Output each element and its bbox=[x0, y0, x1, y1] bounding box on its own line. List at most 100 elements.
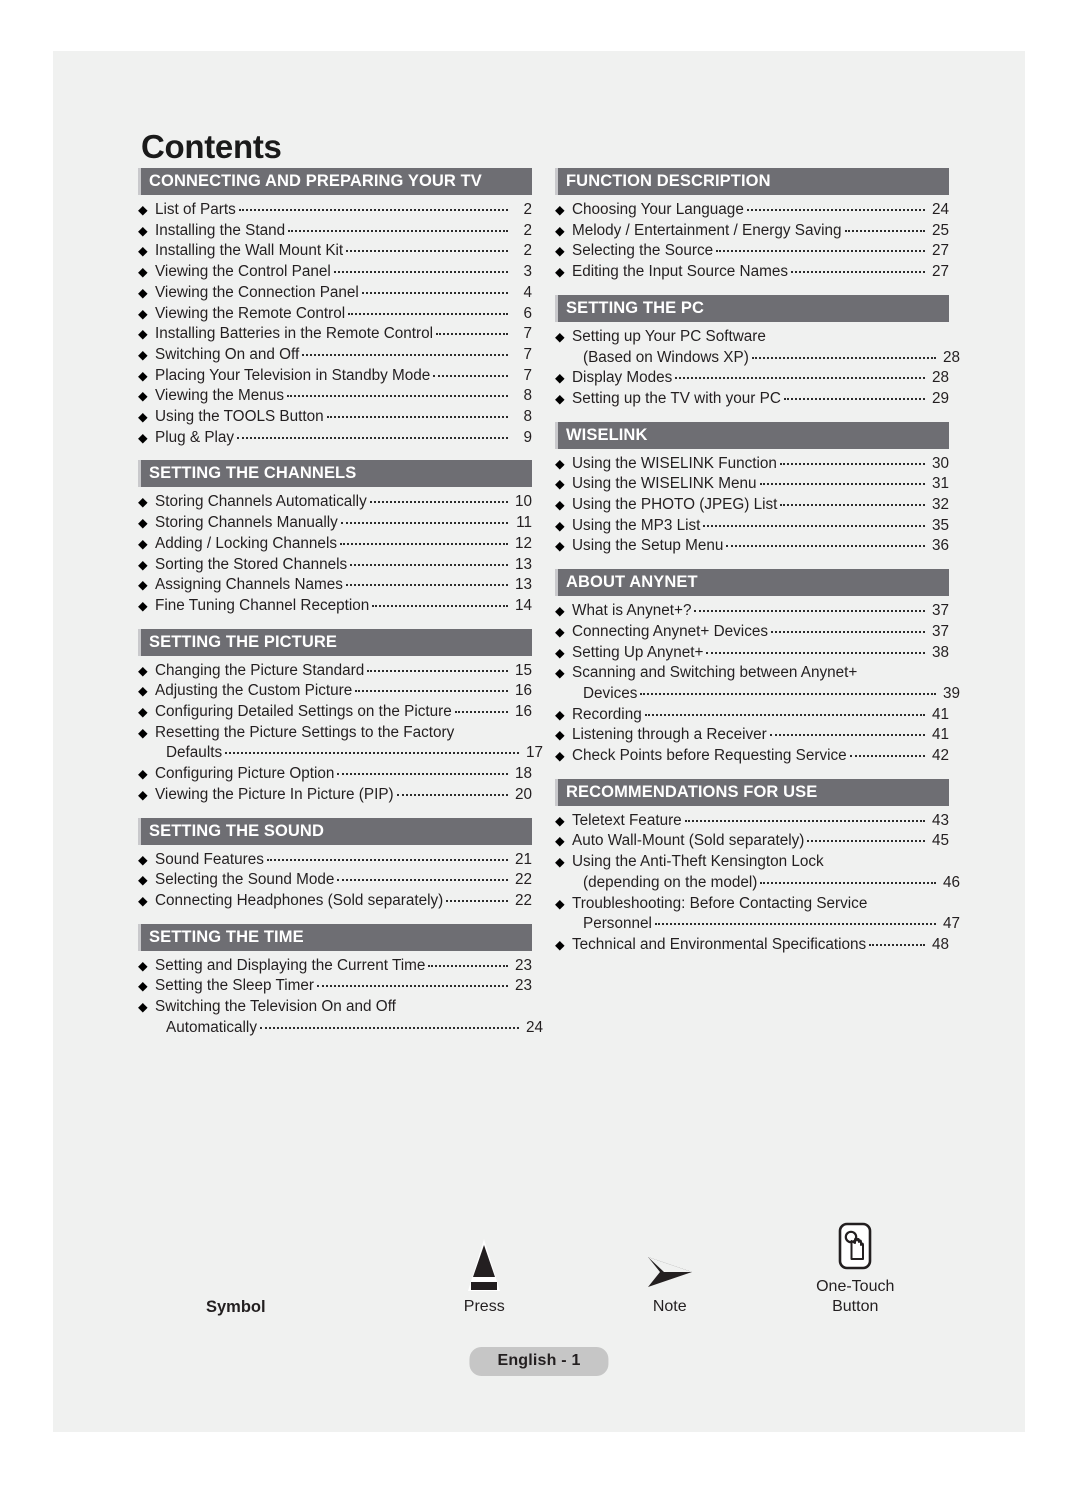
toc-entry[interactable]: ◆ Selecting the Source 27 bbox=[555, 241, 949, 262]
toc-entry[interactable]: ◆ Setting Up Anynet+ 38 bbox=[555, 643, 949, 664]
toc-entry-title: Using the WISELINK Function bbox=[572, 454, 777, 472]
toc-entry[interactable]: ◆ Viewing the Remote Control 6 bbox=[138, 304, 532, 325]
toc-entry[interactable]: ◆ Plug & Play 9 bbox=[138, 428, 532, 449]
toc-entry[interactable]: ◆ Using the PHOTO (JPEG) List 32 bbox=[555, 495, 949, 516]
toc-entry[interactable]: ◆ Viewing the Menus 8 bbox=[138, 386, 532, 407]
toc-entry[interactable]: ◆ Setting up Your PC Software (Based on Wi… bbox=[555, 327, 960, 368]
toc-entry[interactable]: ◆ Assigning Channels Names 13 bbox=[138, 575, 532, 596]
diamond-bullet-icon: ◆ bbox=[138, 410, 148, 425]
toc-entry[interactable]: ◆ Choosing Your Language 24 bbox=[555, 200, 949, 221]
toc-entry[interactable]: ◆ Changing the Picture Standard 15 bbox=[138, 661, 532, 682]
toc-entry[interactable]: ◆ Installing Batteries in the Remote Cont… bbox=[138, 324, 532, 345]
toc-entry[interactable]: ◆ Viewing the Picture In Picture (PIP) 20 bbox=[138, 785, 532, 806]
toc-entry-page-number: 11 bbox=[516, 514, 532, 532]
toc-entry[interactable]: ◆ Using the Setup Menu 36 bbox=[555, 536, 949, 557]
toc-entry[interactable]: ◆ Teletext Feature 43 bbox=[555, 811, 949, 832]
toc-entry[interactable]: ◆ Using the WISELINK Function 30 bbox=[555, 454, 949, 475]
dot-leader bbox=[771, 630, 925, 633]
legend-title-cell: Symbol bbox=[138, 1231, 392, 1317]
toc-entry[interactable]: ◆ Placing Your Television in Standby Mode… bbox=[138, 366, 532, 387]
dot-leader bbox=[769, 734, 925, 737]
toc-entry-page-number: 2 bbox=[523, 221, 532, 239]
diamond-bullet-icon: ◆ bbox=[555, 265, 565, 280]
toc-entry[interactable]: ◆ Switching the Television On and Off Auto… bbox=[138, 997, 543, 1038]
toc-entry[interactable]: ◆ Editing the Input Source Names 27 bbox=[555, 262, 949, 283]
toc-entry[interactable]: ◆ Storing Channels Manually 11 bbox=[138, 513, 532, 534]
toc-entry[interactable]: ◆ Adjusting the Custom Picture 16 bbox=[138, 681, 532, 702]
dot-leader bbox=[703, 524, 925, 527]
dot-leader bbox=[225, 752, 519, 755]
toc-entry-page-number: 37 bbox=[931, 602, 949, 620]
diamond-bullet-icon: ◆ bbox=[138, 852, 148, 867]
toc-entry-line: Setting the Sleep Timer 23 bbox=[155, 976, 532, 997]
toc-entry-page-number: 24 bbox=[931, 201, 949, 218]
toc-entry-title: Display Modes bbox=[572, 369, 673, 387]
left-column: CONNECTING AND PREPARING YOUR TV ◆ List of… bbox=[138, 168, 543, 1041]
dot-leader bbox=[369, 501, 508, 504]
toc-section: CONNECTING AND PREPARING YOUR TV ◆ List of… bbox=[138, 168, 532, 448]
diamond-bullet-icon: ◆ bbox=[138, 536, 148, 551]
toc-entry[interactable]: ◆ Switching On and Off 7 bbox=[138, 345, 532, 366]
toc-entry[interactable]: ◆ Configuring Detailed Settings on the Pi… bbox=[138, 702, 532, 723]
diamond-bullet-icon: ◆ bbox=[555, 604, 565, 619]
toc-entry[interactable]: ◆ Setting and Displaying the Current Time… bbox=[138, 956, 532, 977]
toc-entry[interactable]: ◆ Resetting the Picture Settings to the F… bbox=[138, 723, 543, 764]
toc-entry[interactable]: ◆ Connecting Anynet+ Devices 37 bbox=[555, 622, 949, 643]
toc-entry[interactable]: ◆ Check Points before Requesting Service 4… bbox=[555, 746, 949, 767]
toc-entry[interactable]: ◆ Using the TOOLS Button 8 bbox=[138, 407, 532, 428]
diamond-bullet-icon: ◆ bbox=[555, 728, 565, 743]
section-header-bar: SETTING THE CHANNELS bbox=[138, 460, 532, 488]
toc-section: FUNCTION DESCRIPTION ◆ Choosing Your Langu… bbox=[555, 168, 949, 283]
toc-entry[interactable]: ◆ Setting up the TV with your PC 29 bbox=[555, 389, 949, 410]
toc-entry[interactable]: ◆ Using the WISELINK Menu 31 bbox=[555, 474, 949, 495]
toc-entry-title: Fine Tuning Channel Reception bbox=[155, 596, 370, 614]
toc-entry[interactable]: ◆ Viewing the Connection Panel 4 bbox=[138, 283, 532, 304]
toc-entry[interactable]: ◆ Using the MP3 List 35 bbox=[555, 516, 949, 537]
toc-entry-title: Configuring Detailed Settings on the Pic… bbox=[155, 703, 452, 721]
toc-entry-title: Troubleshooting: Before Contacting Servi… bbox=[572, 894, 868, 912]
toc-entry[interactable]: ◆ Adding / Locking Channels 12 bbox=[138, 534, 532, 555]
toc-entry[interactable]: ◆ Listening through a Receiver 41 bbox=[555, 725, 949, 746]
toc-entry[interactable]: ◆ Connecting Headphones (Sold separately)… bbox=[138, 891, 532, 912]
toc-entry[interactable]: ◆ Recording 41 bbox=[555, 705, 949, 726]
toc-entry[interactable]: ◆ Sorting the Stored Channels 13 bbox=[138, 555, 532, 576]
toc-entry[interactable]: ◆ Troubleshooting: Before Contacting Serv… bbox=[555, 894, 960, 935]
toc-entry[interactable]: ◆ Melody / Entertainment / Energy Saving 2… bbox=[555, 221, 949, 242]
toc-entry-title: Using the PHOTO (JPEG) List bbox=[572, 496, 778, 514]
legend-title: Symbol bbox=[206, 1298, 266, 1316]
toc-entry[interactable]: ◆ Configuring Picture Option 18 bbox=[138, 764, 532, 785]
toc-entry[interactable]: ◆ Storing Channels Automatically 10 bbox=[138, 492, 532, 513]
toc-entry[interactable]: ◆ Using the Anti-Theft Kensington Lock (de… bbox=[555, 852, 960, 893]
toc-entry[interactable]: ◆ Display Modes 28 bbox=[555, 368, 949, 389]
toc-entry[interactable]: ◆ List of Parts 2 bbox=[138, 200, 532, 221]
toc-entry[interactable]: ◆ Technical and Environmental Specificati… bbox=[555, 935, 949, 956]
dot-leader bbox=[684, 819, 925, 822]
toc-entry[interactable]: ◆ Scanning and Switching between Anynet+ D… bbox=[555, 663, 960, 704]
toc-entry[interactable]: ◆ Sound Features 21 bbox=[138, 850, 532, 871]
toc-entry-page-number: 2 bbox=[523, 201, 532, 218]
toc-entry-page-number: 35 bbox=[931, 516, 949, 534]
toc-entry[interactable]: ◆ Viewing the Control Panel 3 bbox=[138, 262, 532, 283]
toc-entry[interactable]: ◆ What is Anynet+? 37 bbox=[555, 601, 949, 622]
diamond-bullet-icon: ◆ bbox=[138, 368, 148, 383]
diamond-bullet-icon: ◆ bbox=[555, 539, 565, 554]
toc-entry-title: Adding / Locking Channels bbox=[155, 534, 337, 552]
toc-entry-title: Setting up the TV with your PC bbox=[572, 389, 781, 407]
toc-entry[interactable]: ◆ Installing the Stand 2 bbox=[138, 221, 532, 242]
toc-entry-line: Setting up Your PC Software bbox=[572, 327, 949, 348]
toc-entry-title: Resetting the Picture Settings to the Fa… bbox=[155, 723, 455, 741]
toc-entry[interactable]: ◆ Fine Tuning Channel Reception 14 bbox=[138, 596, 532, 617]
toc-entry[interactable]: ◆ Installing the Wall Mount Kit 2 bbox=[138, 241, 532, 262]
toc-entry[interactable]: ◆ Auto Wall-Mount (Sold separately) 45 bbox=[555, 831, 949, 852]
toc-entry[interactable]: ◆ Setting the Sleep Timer 23 bbox=[138, 976, 532, 997]
diamond-bullet-icon: ◆ bbox=[555, 855, 565, 870]
toc-entry-page-number: 2 bbox=[523, 242, 532, 260]
toc-entry-line: Plug & Play 9 bbox=[155, 428, 532, 449]
diamond-bullet-icon: ◆ bbox=[138, 495, 148, 510]
toc-entry-page-number: 16 bbox=[514, 703, 532, 721]
toc-entry[interactable]: ◆ Selecting the Sound Mode 22 bbox=[138, 870, 532, 891]
dot-leader bbox=[350, 563, 508, 566]
toc-entry-title: Connecting Anynet+ Devices bbox=[572, 622, 769, 640]
toc-entry-title: Using the WISELINK Menu bbox=[572, 475, 757, 493]
dot-leader bbox=[780, 504, 925, 507]
